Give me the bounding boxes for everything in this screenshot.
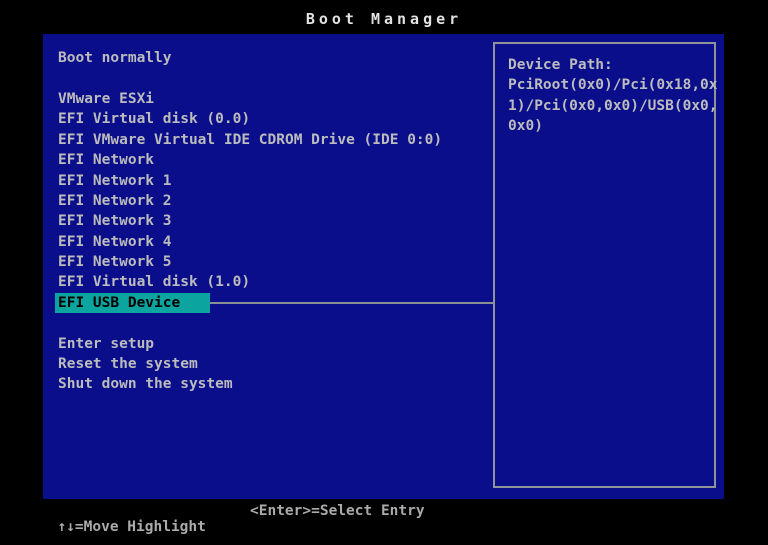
menu-item-boot-normally[interactable]: Boot normally [56, 48, 493, 68]
menu-spacer [56, 68, 493, 88]
device-path-line: 1)/Pci(0x0,0x0)/USB(0x0, [508, 97, 718, 114]
menu-item-label: EFI Network 2 [58, 192, 172, 209]
help-select-entry: <Enter>=Select Entry [250, 503, 425, 519]
menu-item-label: EFI Network 3 [58, 213, 172, 230]
menu-item-efi-virtual-disk-1[interactable]: EFI Virtual disk (1.0) [56, 272, 493, 292]
menu-item-label: EFI Virtual disk (1.0) [58, 274, 251, 291]
menu-item-efi-network[interactable]: EFI Network [56, 150, 493, 170]
device-path-heading: Device Path: [508, 57, 613, 73]
device-path-line: PciRoot(0x0)/Pci(0x18,0x [508, 77, 718, 94]
help-bar: ↑↓=Move Highlight <Enter>=Select Entry [40, 503, 740, 545]
menu-item-enter-setup[interactable]: Enter setup [56, 333, 493, 353]
menu-item-efi-cdrom-drive[interactable]: EFI VMware Virtual IDE CDROM Drive (IDE … [56, 130, 493, 150]
boot-manager-screen: { "title": "Boot Manager", "colors": { "… [0, 0, 768, 545]
menu-item-label: EFI Network [58, 152, 155, 169]
device-path-line: 0x0) [508, 118, 543, 135]
boot-menu-list: Boot normally VMware ESXi EFI Virtual di… [55, 48, 493, 395]
menu-item-label: EFI VMware Virtual IDE CDROM Drive (IDE … [58, 131, 443, 148]
menu-item-label: EFI Network 5 [58, 254, 172, 271]
menu-item-efi-network-1[interactable]: EFI Network 1 [56, 170, 493, 190]
menu-item-efi-usb-device-selected[interactable]: EFI USB Device [55, 292, 493, 313]
menu-item-label: Reset the system [58, 356, 198, 373]
device-path-panel: Device Path: PciRoot(0x0)/Pci(0x18,0x 1)… [493, 42, 718, 488]
menu-item-vmware-esxi[interactable]: VMware ESXi [56, 89, 493, 109]
menu-item-label: EFI Network 4 [58, 233, 172, 250]
menu-spacer [56, 313, 493, 333]
highlight-connector-line [210, 301, 493, 304]
menu-item-efi-network-5[interactable]: EFI Network 5 [56, 252, 493, 272]
menu-item-efi-virtual-disk-0[interactable]: EFI Virtual disk (0.0) [56, 109, 493, 129]
menu-item-label: Shut down the system [58, 376, 233, 393]
menu-item-label: VMware ESXi [58, 90, 155, 107]
menu-item-shut-down-system[interactable]: Shut down the system [56, 374, 493, 394]
help-move-highlight: ↑↓=Move Highlight [57, 519, 206, 535]
selected-item-highlight[interactable]: EFI USB Device [55, 292, 211, 313]
menu-item-label: EFI Network 1 [58, 172, 172, 189]
menu-item-label: Enter setup [58, 335, 155, 352]
page-title: Boot Manager [305, 10, 463, 28]
menu-item-label: EFI Virtual disk (0.0) [58, 111, 251, 128]
boot-menu-panel: Boot normally VMware ESXi EFI Virtual di… [43, 34, 724, 499]
menu-item-efi-network-3[interactable]: EFI Network 3 [56, 211, 493, 231]
menu-item-label: Boot normally [58, 50, 172, 67]
menu-item-efi-network-4[interactable]: EFI Network 4 [56, 232, 493, 252]
menu-item-efi-network-2[interactable]: EFI Network 2 [56, 191, 493, 211]
menu-item-reset-system[interactable]: Reset the system [56, 354, 493, 374]
